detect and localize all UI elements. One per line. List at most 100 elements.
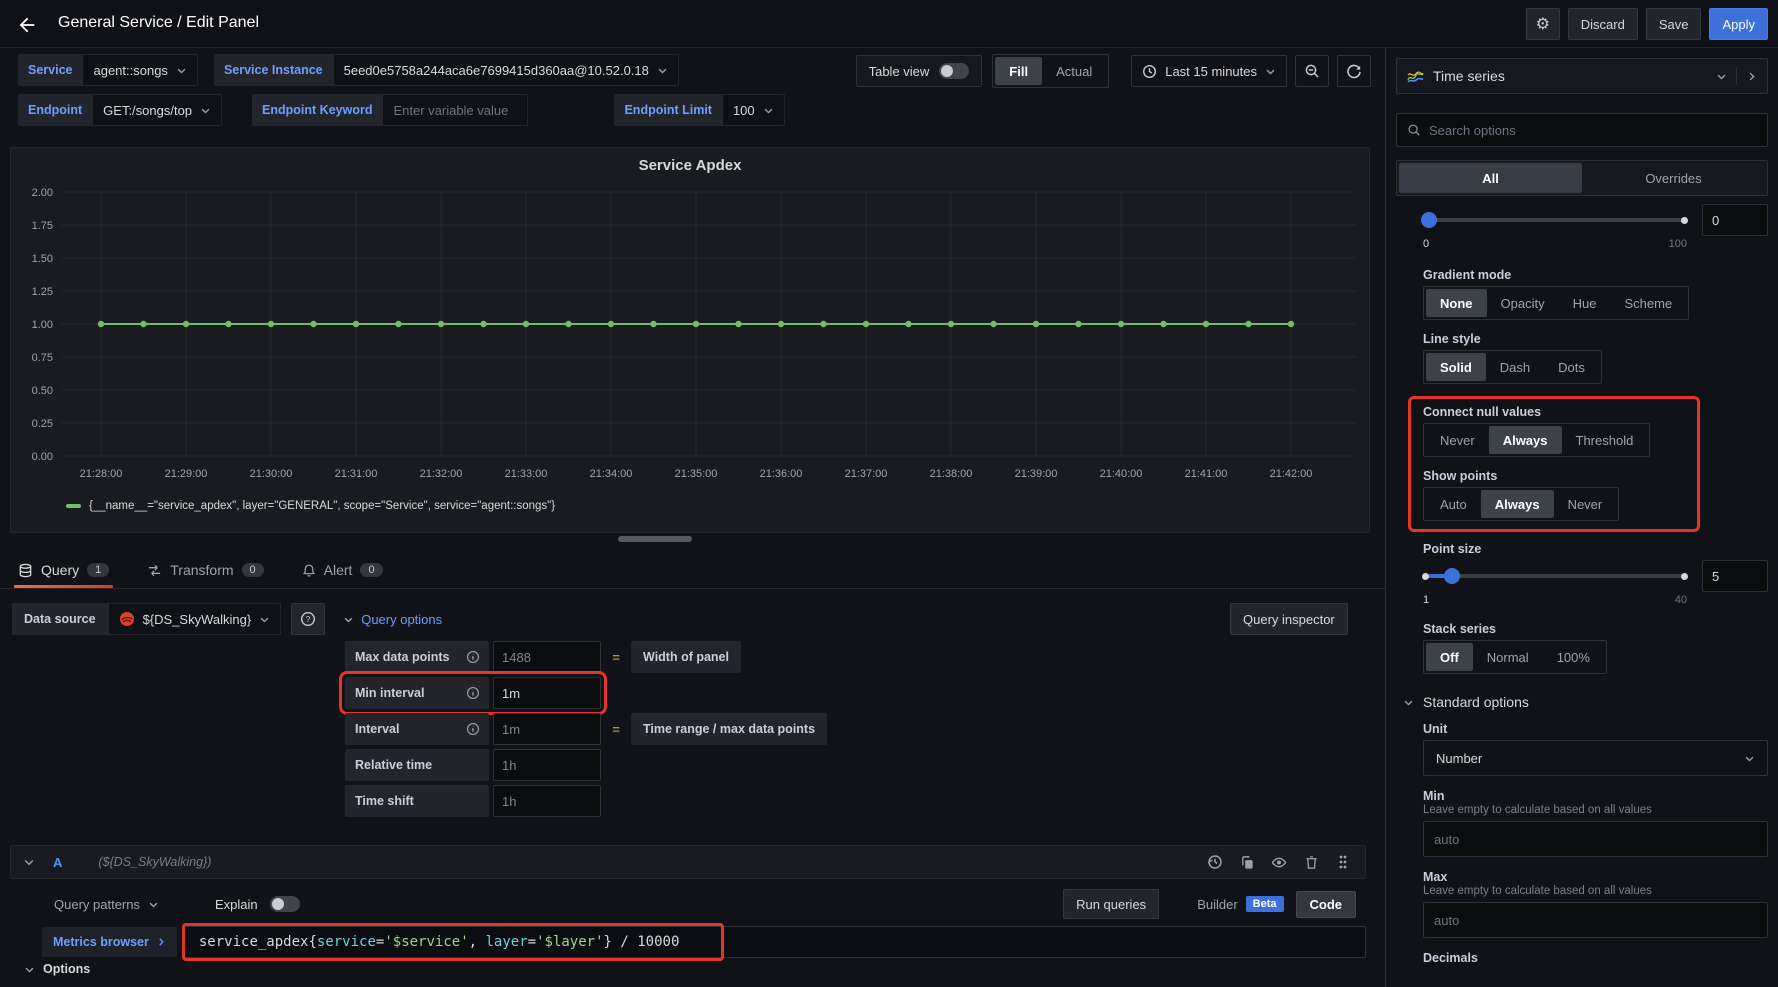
series-point[interactable]	[1160, 321, 1166, 327]
explain-switch[interactable]	[270, 896, 300, 912]
table-view-switch[interactable]	[939, 63, 969, 79]
series-point[interactable]	[735, 321, 741, 327]
datasource-help-button[interactable]: ?	[291, 603, 325, 635]
gradient-mode-scheme[interactable]: Scheme	[1610, 289, 1686, 317]
series-point[interactable]	[1288, 321, 1294, 327]
metrics-browser-button[interactable]: Metrics browser	[42, 927, 177, 957]
chevron-down-icon[interactable]	[23, 856, 35, 868]
series-point[interactable]	[353, 321, 359, 327]
stack-series-normal[interactable]: Normal	[1473, 643, 1543, 671]
show-points-auto[interactable]: Auto	[1426, 490, 1481, 518]
chevron-right-icon[interactable]	[1746, 71, 1757, 82]
series-point[interactable]	[565, 321, 571, 327]
timeseries-chart[interactable]: 2.001.751.501.251.000.750.500.250.0021:2…	[11, 180, 1371, 490]
duplicate-icon[interactable]	[1239, 854, 1255, 870]
gradient-mode-opacity[interactable]: Opacity	[1487, 289, 1559, 317]
connect-null-values-never[interactable]: Never	[1426, 426, 1489, 454]
drag-handle-icon[interactable]	[1335, 854, 1351, 870]
series-point[interactable]	[1033, 321, 1039, 327]
series-point[interactable]	[1203, 321, 1209, 327]
series-point[interactable]	[268, 321, 274, 327]
code-mode-button[interactable]: Code	[1296, 891, 1357, 918]
slider-track[interactable]	[1423, 574, 1687, 578]
query-options-footer[interactable]: Options	[24, 962, 90, 976]
series-point[interactable]	[1075, 321, 1081, 327]
endpoint-dropdown[interactable]: GET:/songs/top	[92, 94, 222, 126]
relative-time-input[interactable]	[493, 749, 601, 781]
options-search-box[interactable]	[1396, 113, 1768, 147]
show-points-always[interactable]: Always	[1481, 490, 1554, 518]
show-points-never[interactable]: Never	[1554, 490, 1617, 518]
gradient-mode-hue[interactable]: Hue	[1559, 289, 1611, 317]
series-point[interactable]	[395, 321, 401, 327]
discard-button[interactable]: Discard	[1568, 8, 1638, 40]
point-size-value[interactable]	[1702, 560, 1768, 592]
service-variable-dropdown[interactable]: agent::songs	[82, 54, 197, 86]
series-point[interactable]	[310, 321, 316, 327]
datasource-picker[interactable]: ${DS_SkyWalking}	[108, 603, 282, 635]
view-mode-fill[interactable]: Fill	[995, 57, 1042, 85]
stack-series-100[interactable]: 100%	[1543, 643, 1604, 671]
min-input[interactable]	[1423, 821, 1768, 857]
tab-transform[interactable]: Transform0	[143, 552, 267, 588]
save-button[interactable]: Save	[1646, 8, 1702, 40]
series-point[interactable]	[480, 321, 486, 327]
series-point[interactable]	[905, 321, 911, 327]
slider-handle[interactable]	[1444, 568, 1460, 584]
promql-expression[interactable]: service_apdex{service='$service', layer=…	[199, 934, 680, 950]
max-data-points-input[interactable]	[493, 641, 601, 673]
connect-null-values-threshold[interactable]: Threshold	[1562, 426, 1648, 454]
promql-code-editor[interactable]: service_apdex{service='$service', layer=…	[183, 926, 1366, 958]
series-point[interactable]	[438, 321, 444, 327]
time-shift-input[interactable]	[493, 785, 601, 817]
series-point[interactable]	[608, 321, 614, 327]
standard-options-header[interactable]: Standard options	[1403, 694, 1768, 710]
series-point[interactable]	[820, 321, 826, 327]
query-options-header[interactable]: Query options	[343, 612, 442, 627]
fill-opacity-slider[interactable]	[1423, 210, 1687, 230]
line-style-dots[interactable]: Dots	[1544, 353, 1599, 381]
run-queries-button[interactable]: Run queries	[1063, 889, 1159, 919]
view-mode-actual[interactable]: Actual	[1042, 57, 1106, 85]
series-point[interactable]	[523, 321, 529, 327]
tab-alert[interactable]: Alert0	[298, 552, 387, 588]
line-style-solid[interactable]: Solid	[1426, 353, 1486, 381]
builder-mode-label[interactable]: Builder	[1197, 897, 1237, 912]
series-point[interactable]	[693, 321, 699, 327]
min-interval-input[interactable]	[493, 677, 601, 709]
options-search-input[interactable]	[1429, 123, 1757, 138]
eye-icon[interactable]	[1271, 854, 1287, 870]
unit-select[interactable]: Number	[1423, 740, 1768, 776]
tab-overrides[interactable]: Overrides	[1582, 163, 1765, 193]
series-point[interactable]	[863, 321, 869, 327]
gradient-mode-none[interactable]: None	[1426, 289, 1487, 317]
slider-track[interactable]	[1423, 218, 1687, 222]
panel-resize-handle[interactable]	[618, 536, 692, 542]
series-point[interactable]	[778, 321, 784, 327]
endpoint-limit-dropdown[interactable]: 100	[722, 94, 785, 126]
max-input[interactable]	[1423, 902, 1768, 938]
series-point[interactable]	[650, 321, 656, 327]
tab-all[interactable]: All	[1399, 163, 1582, 193]
connect-null-values-always[interactable]: Always	[1489, 426, 1562, 454]
interval-input[interactable]	[493, 713, 601, 745]
series-point[interactable]	[140, 321, 146, 327]
chart-legend[interactable]: {__name__="service_apdex", layer="GENERA…	[66, 500, 555, 512]
visualization-picker[interactable]: Time series	[1396, 58, 1768, 94]
line-style-dash[interactable]: Dash	[1486, 353, 1544, 381]
query-patterns-dropdown[interactable]: Query patterns	[54, 897, 159, 912]
series-point[interactable]	[98, 321, 104, 327]
time-range-picker[interactable]: Last 15 minutes	[1131, 55, 1287, 87]
service-instance-dropdown[interactable]: 5eed0e5758a244aca6e7699415d360aa@10.52.0…	[333, 54, 679, 86]
zoom-out-button[interactable]	[1295, 55, 1329, 87]
series-point[interactable]	[948, 321, 954, 327]
slider-handle[interactable]	[1421, 212, 1437, 228]
trash-icon[interactable]	[1303, 854, 1319, 870]
series-point[interactable]	[183, 321, 189, 327]
endpoint-keyword-input[interactable]	[382, 94, 528, 126]
query-ref-row[interactable]: A (${DS_SkyWalking})	[10, 845, 1366, 879]
series-point[interactable]	[1245, 321, 1251, 327]
refresh-button[interactable]	[1337, 55, 1371, 87]
chart-plot-area[interactable]: 2.001.751.501.251.000.750.500.250.0021:2…	[11, 180, 1371, 490]
back-arrow-icon[interactable]	[14, 12, 40, 38]
